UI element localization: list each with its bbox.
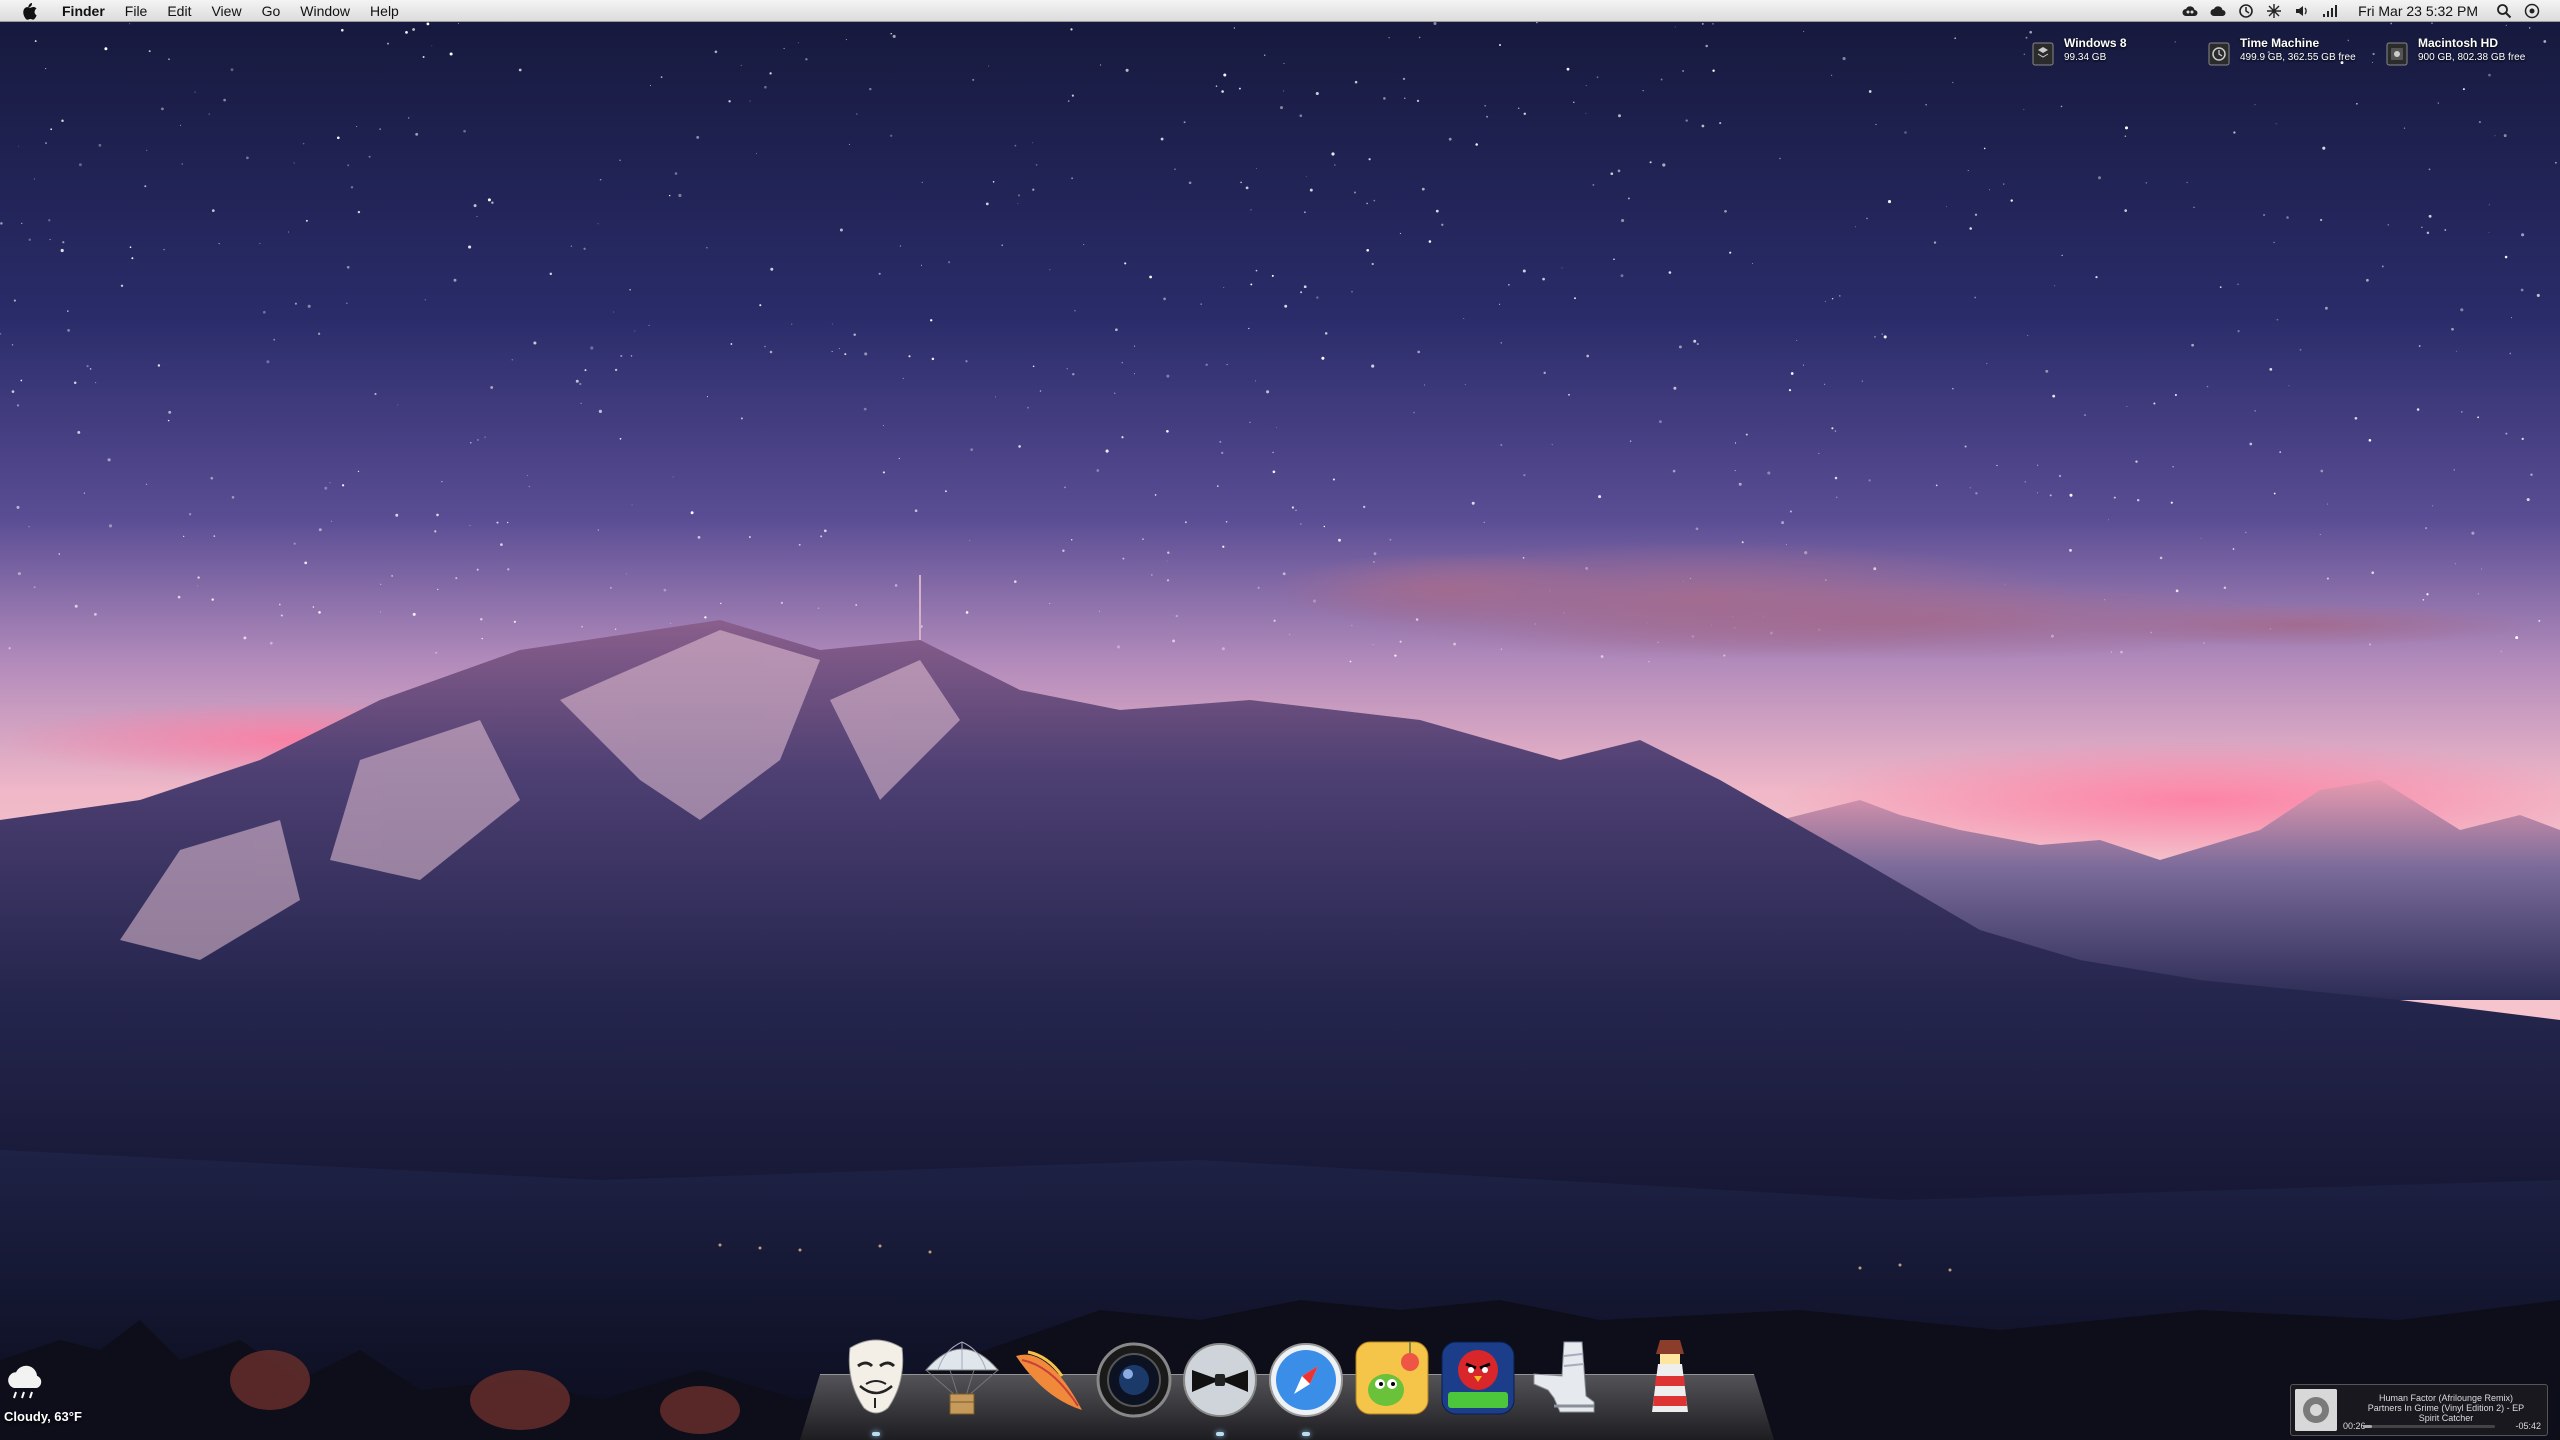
drive-info: 99.34 GB: [2064, 52, 2107, 63]
bowtie-disc-icon: [1183, 1343, 1257, 1417]
track-title: Human Factor (Afrilounge Remix): [2378, 1393, 2514, 1403]
network-icon[interactable]: [2265, 2, 2283, 20]
hard-drive-icon: [2386, 42, 2408, 66]
weather-widget[interactable]: Cloudy, 63°F: [4, 1362, 82, 1424]
drive-name: Time Machine: [2240, 36, 2320, 50]
menu-edit[interactable]: Edit: [157, 0, 201, 22]
progress-bar[interactable]: [2363, 1425, 2495, 1428]
time-machine-icon[interactable]: [2237, 2, 2255, 20]
spotlight-icon[interactable]: [2495, 2, 2513, 20]
running-indicator: [872, 1432, 880, 1436]
track-artist: Spirit Catcher: [2418, 1413, 2474, 1423]
drive-widget-macintosh-hd[interactable]: Macintosh HD 900 GB, 802.38 GB free: [2386, 36, 2525, 72]
guy-fawkes-mask-icon: [848, 1339, 904, 1414]
menu-help[interactable]: Help: [360, 0, 409, 22]
desktop-wallpaper: [0, 0, 2560, 1440]
feather-quill-icon: [1016, 1350, 1082, 1410]
volume-icon[interactable]: [2293, 2, 2311, 20]
dock: [836, 1328, 1716, 1436]
menu-bar: Finder File Edit View Go Window Help Fri…: [0, 0, 2560, 22]
dock-item-sneaker-app[interactable]: [1524, 1336, 1604, 1418]
menubar-clock[interactable]: Fri Mar 23 5:32 PM: [2358, 3, 2478, 19]
dock-item-mask-app[interactable]: [836, 1336, 916, 1436]
hard-drive-icon: [2032, 42, 2054, 66]
drive-widget-windows[interactable]: Windows 8 99.34 GB: [2032, 36, 2127, 72]
progress-fill: [2363, 1425, 2373, 1428]
drive-info: 499.9 GB, 362.55 GB free: [2240, 52, 2356, 63]
drive-name: Macintosh HD: [2418, 36, 2499, 50]
camera-lens-icon: [1096, 1342, 1172, 1418]
lighthouse-icon: [1652, 1340, 1688, 1412]
now-playing-widget[interactable]: Human Factor (Afrilounge Remix) Partners…: [2290, 1384, 2548, 1436]
dock-item-lighthouse-app[interactable]: [1630, 1336, 1710, 1418]
menu-app-finder[interactable]: Finder: [52, 0, 115, 22]
dock-item-feather-app[interactable]: [1008, 1336, 1088, 1418]
angry-birds-space-icon: [1441, 1341, 1515, 1415]
weather-text: Cloudy, 63°F: [4, 1409, 82, 1424]
drive-name: Windows 8: [2064, 36, 2127, 50]
apple-logo-icon[interactable]: [18, 2, 40, 20]
drive-info: 900 GB, 802.38 GB free: [2418, 52, 2526, 63]
menu-view[interactable]: View: [201, 0, 251, 22]
dock-item-safari[interactable]: [1266, 1336, 1346, 1436]
menu-go[interactable]: Go: [252, 0, 291, 22]
creative-cloud-icon[interactable]: [2181, 2, 2199, 20]
menu-file[interactable]: File: [115, 0, 158, 22]
dock-item-bowtie-app[interactable]: [1180, 1336, 1260, 1436]
sneaker-icon: [1533, 1341, 1595, 1413]
menu-window[interactable]: Window: [290, 0, 360, 22]
album-art: [2295, 1389, 2337, 1431]
dock-item-cut-the-rope[interactable]: [1352, 1336, 1432, 1418]
parachute-delivery-icon: [924, 1341, 1000, 1415]
notification-icon[interactable]: [2523, 2, 2541, 20]
cloud-icon[interactable]: [2209, 2, 2227, 20]
cut-the-rope-icon: [1355, 1341, 1429, 1415]
running-indicator: [1302, 1432, 1310, 1436]
dock-item-camera-app[interactable]: [1094, 1336, 1174, 1418]
track-album: Partners In Grime (Vinyl Edition 2) - EP: [2367, 1403, 2525, 1413]
safari-compass-icon: [1269, 1343, 1343, 1417]
running-indicator: [1216, 1432, 1224, 1436]
dock-item-angry-birds-space[interactable]: [1438, 1336, 1518, 1418]
time-machine-drive-icon: [2208, 42, 2230, 66]
dock-item-parachute-app[interactable]: [922, 1336, 1002, 1418]
remaining-time: -05:42: [2515, 1421, 2541, 1431]
drive-widget-time-machine[interactable]: Time Machine 499.9 GB, 362.55 GB free: [2208, 36, 2356, 72]
cloud-rain-icon: [8, 1365, 42, 1399]
signal-icon[interactable]: [2321, 2, 2339, 20]
